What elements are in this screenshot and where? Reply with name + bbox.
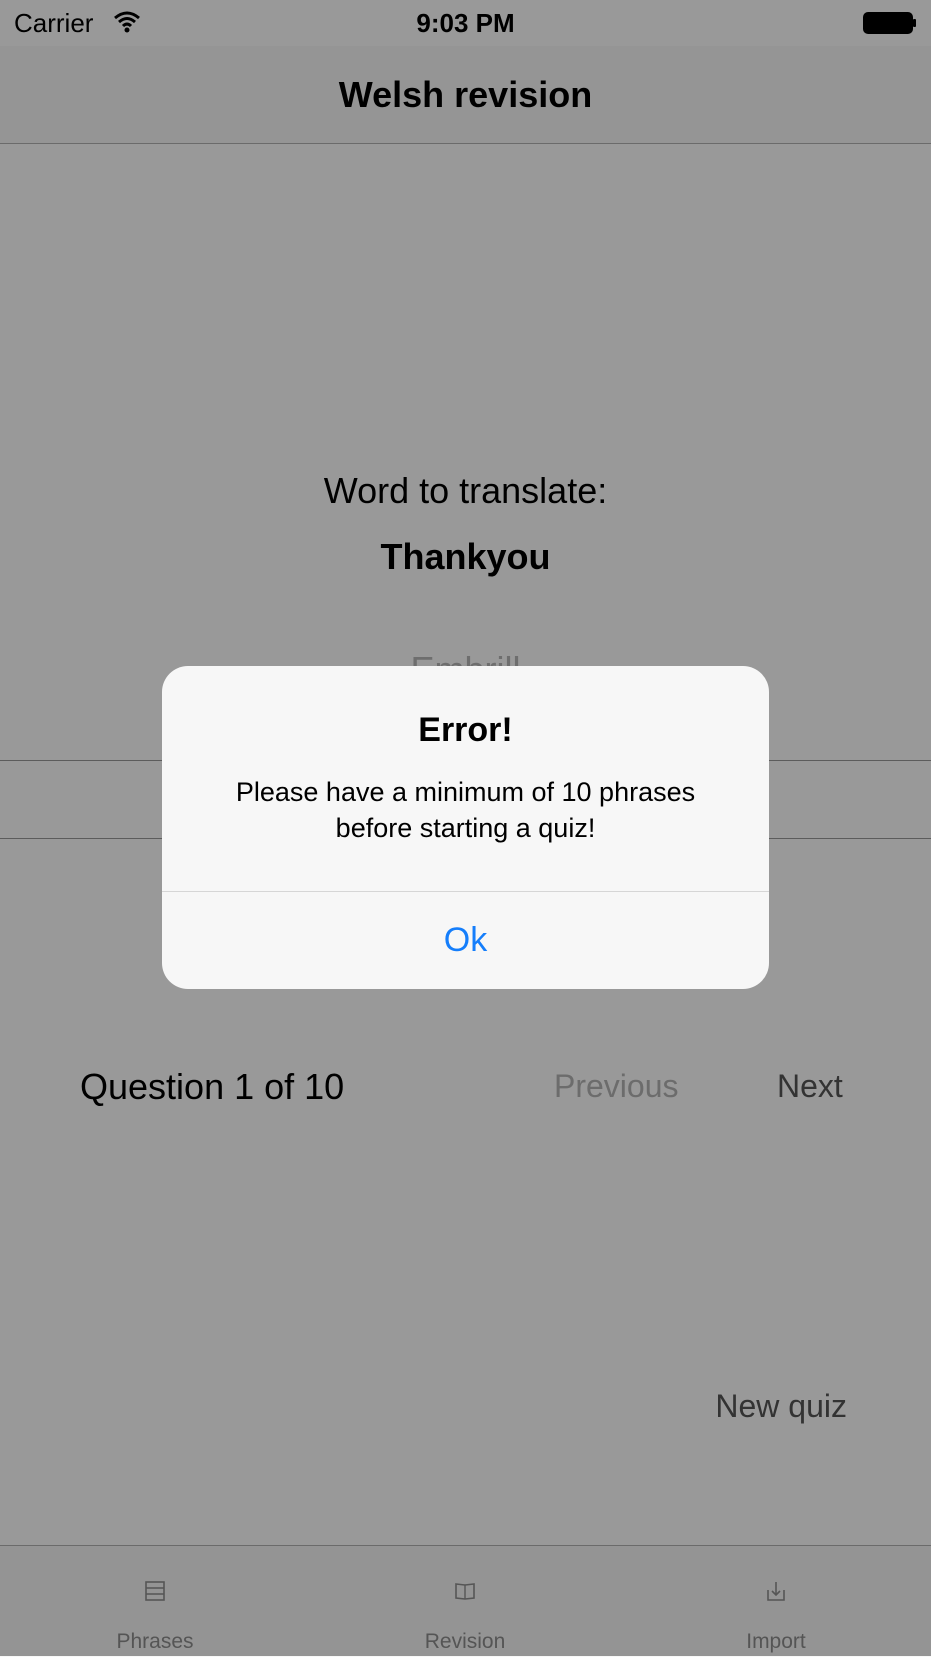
alert-title: Error!	[418, 711, 513, 749]
alert-message-line: before starting a quiz!	[335, 813, 596, 843]
ok-button[interactable]: Ok	[162, 892, 769, 989]
alert-message-line: Please have a minimum of 10 phrases	[235, 777, 696, 807]
revision-screen: Carrier 9:03 PM Welsh revision Word to t…	[0, 0, 931, 1657]
alert-message: Please have a minimum of 10 phrases befo…	[202, 774, 729, 846]
error-alert: Error! Please have a minimum of 10 phras…	[162, 666, 769, 989]
